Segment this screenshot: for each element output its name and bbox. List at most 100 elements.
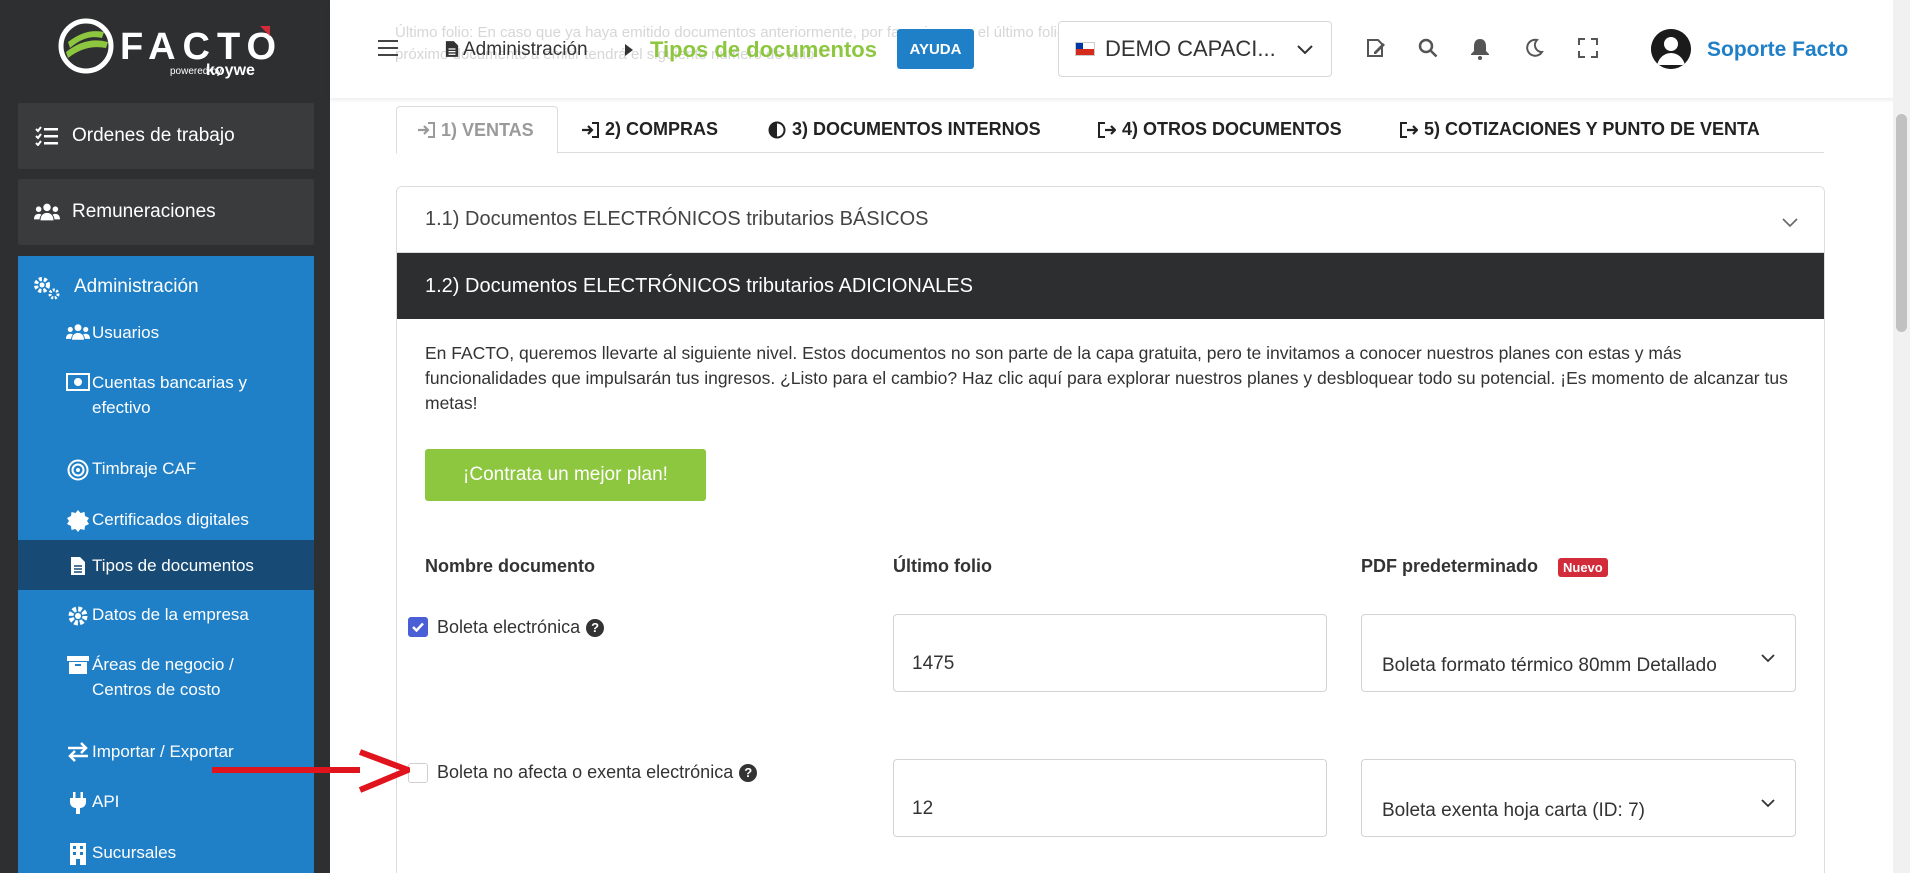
sidebar-item-label: Certificados digitales	[92, 510, 249, 529]
sidebar-item-areas-negocio[interactable]: Áreas de negocio / Centros de costo	[18, 652, 314, 702]
sign-in-icon	[417, 122, 435, 138]
cogs-icon	[32, 274, 62, 300]
row-label: Boleta no afecta o exenta electrónica ?	[437, 762, 758, 783]
logo-accent-icon	[260, 26, 270, 36]
chevron-down-icon	[1297, 42, 1313, 60]
tab-otros-documentos[interactable]: 4) OTROS DOCUMENTOS	[1098, 106, 1342, 153]
scrollbar-thumb[interactable]	[1896, 114, 1907, 332]
intro-text: En FACTO, queremos llevarte al siguiente…	[425, 343, 1788, 413]
sidebar-item-sucursales[interactable]: Sucursales	[18, 840, 314, 865]
breadcrumb-parent[interactable]: Administración	[463, 39, 588, 61]
accordion-item-basicos[interactable]: 1.1) Documentos ELECTRÓNICOS tributarios…	[397, 187, 1824, 253]
bullseye-icon	[66, 456, 90, 481]
menu-toggle-icon[interactable]	[378, 40, 398, 56]
exchange-icon	[66, 739, 90, 762]
chile-flag-icon	[1075, 42, 1095, 56]
tab-label: 3) DOCUMENTOS INTERNOS	[792, 119, 1041, 139]
logo-koywe: koywe	[206, 62, 255, 79]
sidebar: FACTO powered by koywe Ordenes de trabaj…	[0, 0, 330, 873]
edit-icon[interactable]	[1366, 38, 1386, 63]
users-icon	[66, 320, 90, 341]
chevron-down-icon	[1761, 647, 1775, 669]
document-name: Boleta no afecta o exenta electrónica	[437, 762, 734, 782]
pdf-template-value: Boleta formato térmico 80mm Detallado	[1382, 655, 1717, 676]
sign-out-icon	[1098, 121, 1116, 138]
sidebar-item-label: Usuarios	[92, 323, 160, 342]
company-selector[interactable]: DEMO CAPACI...	[1058, 21, 1332, 77]
last-folio-value: 1475	[912, 653, 955, 674]
gear-icon	[66, 602, 90, 627]
checkbox-boleta-electronica[interactable]	[408, 617, 428, 637]
tab-cotizaciones[interactable]: 5) COTIZACIONES Y PUNTO DE VENTA	[1400, 106, 1760, 153]
sidebar-item-label: Remuneraciones	[72, 201, 216, 222]
users-icon	[34, 202, 60, 222]
sidebar-item-remuneraciones[interactable]: Remuneraciones	[18, 179, 314, 245]
upgrade-plan-button[interactable]: ¡Contrata un mejor plan!	[425, 449, 706, 501]
sidebar-section-label: Administración	[74, 276, 199, 297]
sidebar-item-label: Sucursales	[92, 843, 177, 862]
tab-documentos-internos[interactable]: 3) DOCUMENTOS INTERNOS	[768, 106, 1041, 153]
sidebar-item-certificados[interactable]: Certificados digitales	[18, 507, 314, 532]
pdf-template-select[interactable]: Boleta formato térmico 80mm Detallado	[1361, 614, 1796, 692]
sidebar-item-tipos-documentos[interactable]: Tipos de documentos	[18, 540, 314, 590]
accordion-body: En FACTO, queremos llevarte al siguiente…	[425, 341, 1800, 501]
sidebar-item-administracion[interactable]: Administración	[18, 256, 314, 318]
tab-label: 2) COMPRAS	[605, 119, 719, 139]
half-circle-icon	[768, 121, 786, 139]
tab-ventas[interactable]: 1) VENTAS	[396, 106, 558, 154]
archive-icon	[66, 652, 90, 675]
sidebar-item-datos-empresa[interactable]: Datos de la empresa	[18, 602, 314, 627]
list-check-icon	[34, 126, 60, 146]
search-icon[interactable]	[1418, 38, 1438, 63]
sign-out-icon	[1400, 121, 1418, 138]
file-icon	[445, 40, 459, 63]
help-button[interactable]: AYUDA	[897, 29, 974, 69]
plug-icon	[66, 789, 90, 814]
accordion-title: 1.2) Documentos ELECTRÓNICOS tributarios…	[425, 274, 973, 297]
logo-mark-icon	[58, 18, 114, 74]
building-icon	[66, 840, 90, 865]
last-folio-input[interactable]: 1475	[893, 614, 1327, 692]
column-header-folio: Último folio	[893, 556, 992, 576]
help-question-icon[interactable]: ?	[739, 763, 758, 782]
new-badge: Nuevo	[1558, 558, 1608, 577]
pdf-template-select[interactable]: Boleta exenta hoja carta (ID: 7)	[1361, 759, 1796, 837]
user-icon	[1651, 29, 1691, 69]
document-name: Boleta electrónica	[437, 617, 581, 637]
row-label: Boleta electrónica ?	[437, 617, 605, 638]
column-header-name: Nombre documento	[425, 556, 596, 576]
sidebar-item-usuarios[interactable]: Usuarios	[18, 320, 314, 345]
chevron-down-icon	[1782, 211, 1798, 234]
breadcrumb-separator-icon	[624, 43, 634, 61]
file-icon	[66, 553, 90, 576]
sidebar-item-label: Ordenes de trabajo	[72, 125, 235, 146]
annotation-arrow-icon	[212, 749, 410, 793]
sidebar-item-cuentas[interactable]: Cuentas bancarias y efectivo	[18, 370, 314, 420]
certificate-icon	[66, 507, 90, 532]
facto-logo[interactable]: FACTO powered by koywe	[58, 16, 278, 84]
column-header-pdf: PDF predeterminado	[1361, 556, 1539, 576]
money-icon	[66, 370, 90, 391]
sign-in-icon	[581, 121, 599, 138]
sidebar-item-ordenes[interactable]: Ordenes de trabajo	[18, 103, 314, 169]
checkbox-boleta-exenta[interactable]	[408, 763, 428, 783]
user-name[interactable]: Soporte Facto	[1707, 38, 1848, 62]
moon-icon[interactable]	[1524, 38, 1544, 63]
help-question-icon[interactable]: ?	[586, 618, 605, 637]
sidebar-item-label: Tipos de documentos	[92, 556, 254, 575]
sidebar-item-label: Cuentas bancarias y efectivo	[92, 373, 247, 417]
chevron-down-icon	[1761, 792, 1775, 814]
accordion-title: 1.1) Documentos ELECTRÓNICOS tributarios…	[425, 208, 929, 230]
bell-icon[interactable]	[1470, 38, 1490, 65]
tab-label: 5) COTIZACIONES Y PUNTO DE VENTA	[1424, 119, 1760, 139]
avatar[interactable]	[1651, 29, 1691, 69]
accordion-item-adicionales[interactable]: 1.2) Documentos ELECTRÓNICOS tributarios…	[397, 253, 1824, 319]
expand-icon[interactable]	[1578, 38, 1598, 63]
last-folio-input[interactable]: 12	[893, 759, 1327, 837]
sidebar-item-label: Áreas de negocio / Centros de costo	[92, 655, 234, 699]
sidebar-item-timbraje[interactable]: Timbraje CAF	[18, 456, 314, 481]
tab-label: 1) VENTAS	[441, 119, 534, 140]
tab-compras[interactable]: 2) COMPRAS	[581, 106, 718, 153]
page-title: Tipos de documentos	[650, 37, 877, 62]
pdf-template-value: Boleta exenta hoja carta (ID: 7)	[1382, 800, 1645, 821]
